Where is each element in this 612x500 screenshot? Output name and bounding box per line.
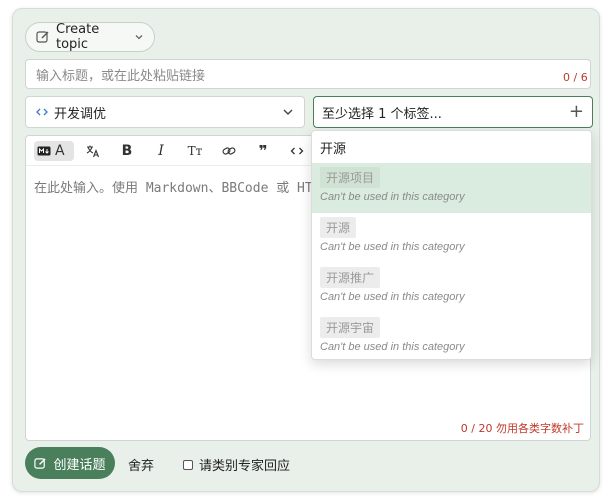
- tag-note: Can't be used in this category: [320, 191, 465, 203]
- tag-note: Can't be used in this category: [320, 241, 465, 253]
- expert-reply-label: 请类别专家回应: [199, 459, 291, 474]
- category-select[interactable]: 开发调优: [25, 96, 305, 128]
- bold-button[interactable]: B: [112, 139, 142, 163]
- editor-mode-toggle[interactable]: A: [34, 140, 74, 161]
- code-button[interactable]: [282, 139, 312, 163]
- discard-button[interactable]: 舍弃: [128, 455, 154, 474]
- chevron-down-icon: [135, 35, 143, 40]
- code-icon: [36, 108, 48, 116]
- create-topic-submit-button[interactable]: 创建话题: [25, 447, 115, 479]
- pencil-icon: [36, 31, 49, 43]
- heading-icon: Tт: [187, 143, 203, 158]
- body-char-hint: 0 / 20 勿用各类字数补丁: [460, 422, 584, 435]
- submit-label: 创建话题: [53, 457, 106, 473]
- markdown-icon: [37, 146, 51, 155]
- title-placeholder: 输入标题，或在此处粘贴链接: [36, 68, 206, 84]
- tag-filter-text[interactable]: 开源: [312, 131, 591, 163]
- link-icon: [222, 146, 236, 155]
- plus-icon[interactable]: +: [569, 103, 584, 121]
- italic-icon: I: [158, 142, 164, 159]
- create-topic-button[interactable]: Create topic: [25, 22, 155, 52]
- tag-select[interactable]: 至少选择 1 个标签... +: [313, 96, 593, 128]
- chevron-down-icon: [283, 109, 293, 115]
- expert-reply-checkbox[interactable]: [183, 459, 193, 470]
- create-topic-label: Create topic: [56, 22, 100, 52]
- tag-name: 开源宇宙: [320, 317, 381, 338]
- tag-note: Can't be used in this category: [320, 291, 465, 303]
- tag-option[interactable]: 开源项目 Can't be used in this category: [312, 163, 591, 213]
- bold-icon: B: [121, 142, 133, 159]
- tag-option[interactable]: 开源 Can't be used in this category: [312, 213, 591, 263]
- tag-note: Can't be used in this category: [320, 341, 465, 353]
- heading-button[interactable]: Tт: [180, 139, 210, 163]
- italic-button[interactable]: I: [146, 139, 176, 163]
- quote-icon: ❞: [258, 141, 268, 160]
- tag-placeholder: 至少选择 1 个标签...: [322, 106, 442, 122]
- editor-placeholder: 在此处输入。使用 Markdown、BBCode 或 HTML: [34, 181, 324, 196]
- tag-name: 开源项目: [320, 167, 381, 188]
- title-input[interactable]: 输入标题，或在此处粘贴链接: [25, 59, 591, 89]
- tag-dropdown: 开源 开源项目 Can't be used in this category 开…: [311, 130, 592, 360]
- link-button[interactable]: [214, 139, 244, 163]
- pencil-icon: [34, 457, 47, 469]
- title-char-count: 0 / 6: [563, 71, 588, 84]
- translate-button[interactable]: [78, 139, 108, 163]
- tag-option[interactable]: 开源推广 Can't be used in this category: [312, 263, 591, 313]
- quote-button[interactable]: ❞: [248, 139, 278, 163]
- tag-name: 开源: [320, 217, 357, 238]
- rich-text-icon: A: [55, 142, 65, 159]
- expert-reply-option[interactable]: 请类别专家回应: [183, 455, 290, 474]
- tag-option[interactable]: 开源宇宙 Can't be used in this category: [312, 313, 591, 363]
- category-label: 开发调优: [54, 106, 107, 122]
- code-icon: [290, 147, 304, 154]
- tag-name: 开源推广: [320, 267, 381, 288]
- translate-icon: [86, 145, 100, 157]
